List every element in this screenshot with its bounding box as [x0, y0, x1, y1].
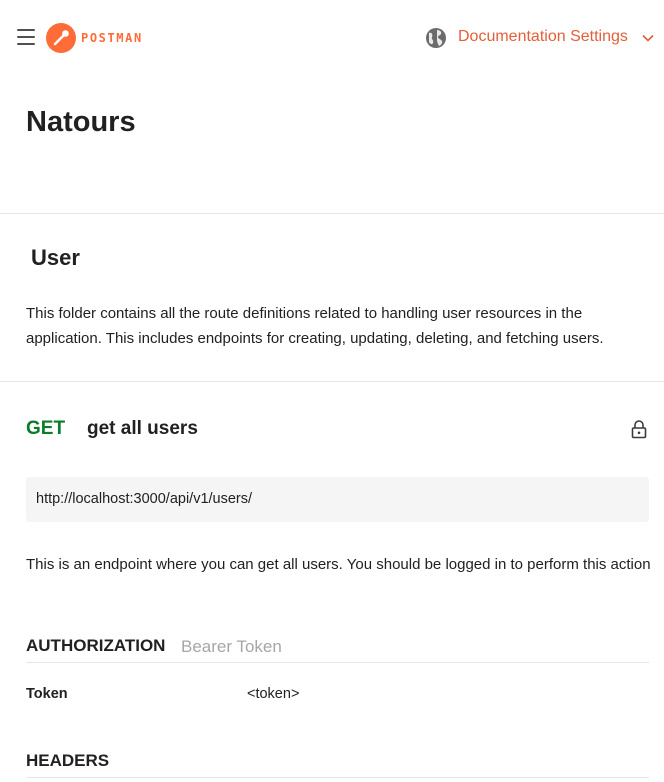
divider [0, 381, 664, 382]
divider [26, 777, 649, 778]
request-method: GET [26, 418, 66, 439]
page-title: Natours [26, 106, 136, 138]
request-description: This is an endpoint where you can get al… [26, 556, 651, 573]
request-name: get all users [87, 418, 198, 439]
auth-token-key: Token [26, 686, 68, 702]
postman-logo-icon[interactable] [46, 23, 76, 53]
divider [26, 662, 649, 663]
folder-description: This folder contains all the route defin… [26, 305, 604, 347]
chevron-down-icon[interactable] [641, 31, 655, 45]
menu-icon[interactable] [17, 29, 35, 47]
auth-token-value: <token> [247, 686, 300, 702]
request-url: http://localhost:3000/api/v1/users/ [36, 491, 253, 507]
logo-text: POSTMAN [81, 31, 143, 45]
authorization-type: Bearer Token [181, 637, 282, 656]
folder-title: User [31, 245, 80, 270]
authorization-label: AUTHORIZATION [26, 636, 166, 655]
globe-icon[interactable] [425, 27, 447, 49]
lock-icon[interactable] [630, 419, 648, 439]
top-bar: POSTMAN Documentation Settings [0, 0, 664, 76]
request-url-box[interactable]: http://localhost:3000/api/v1/users/ [26, 477, 649, 522]
headers-label: HEADERS [26, 751, 110, 770]
divider [0, 213, 664, 214]
documentation-settings-button[interactable]: Documentation Settings [458, 28, 628, 46]
